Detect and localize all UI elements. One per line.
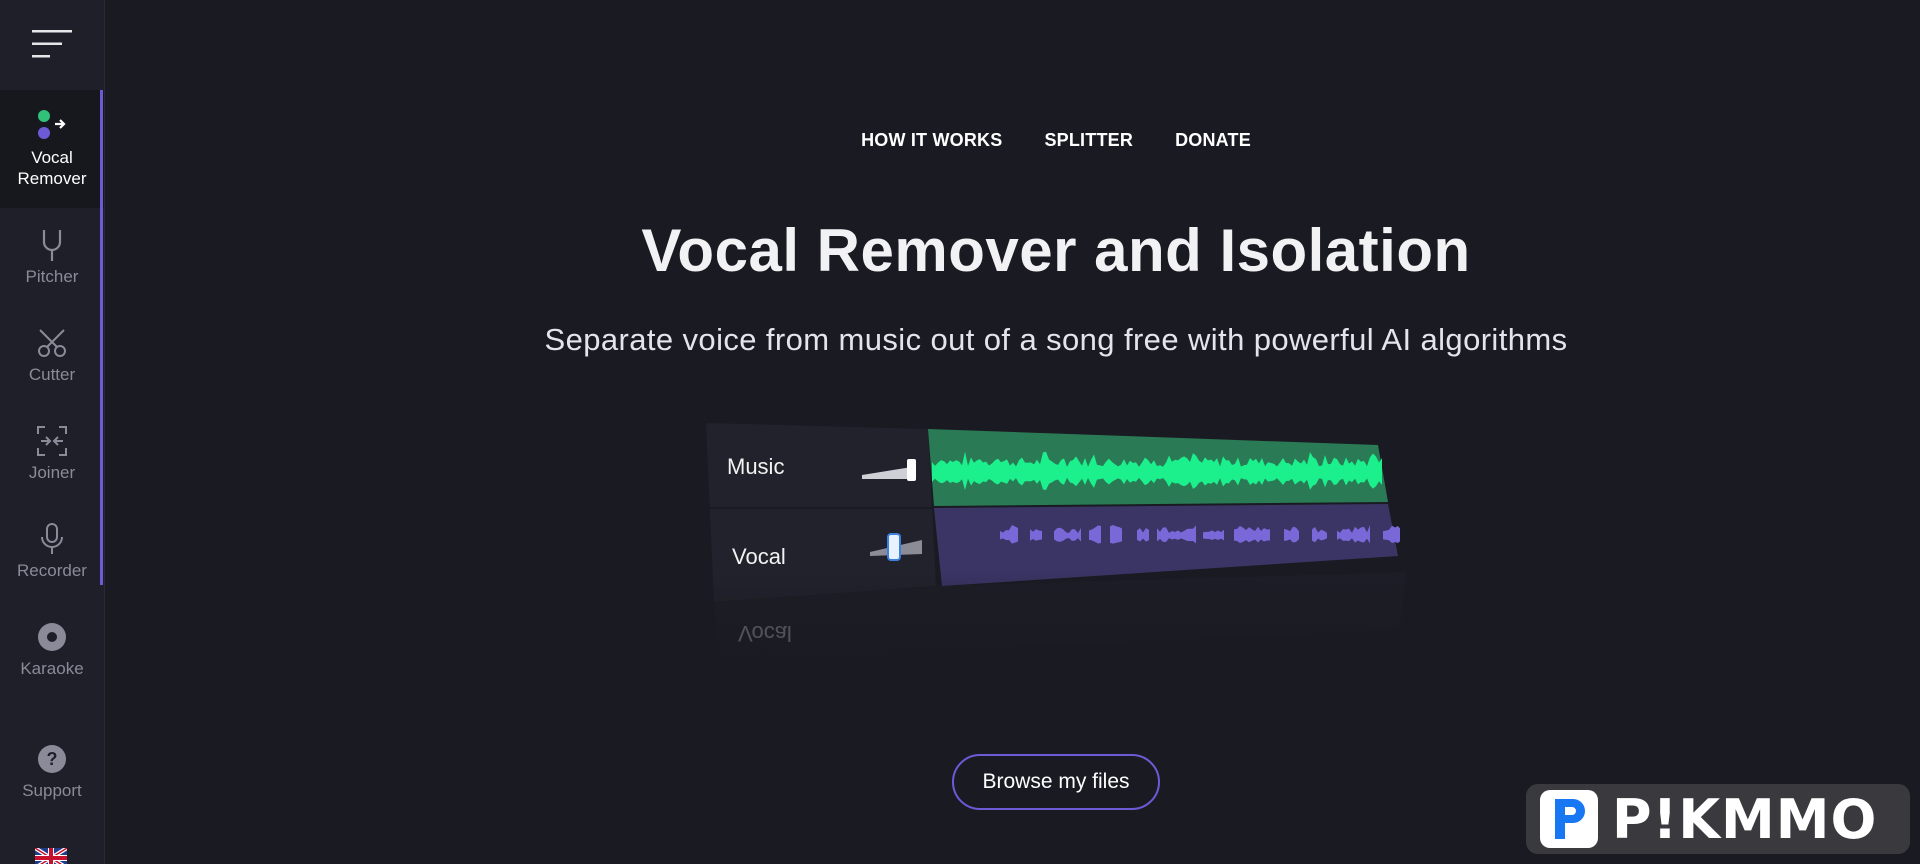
question-icon: ? bbox=[37, 742, 67, 776]
watermark: P!KMMO bbox=[1526, 784, 1910, 854]
vocal-waveform bbox=[1000, 525, 1400, 544]
sidebar-item-label: Joiner bbox=[28, 462, 76, 482]
tuning-fork-icon bbox=[41, 228, 63, 262]
track-label-vocal: Vocal bbox=[732, 544, 786, 569]
sidebar-nav: Vocal Remover Pitcher Cutter Joiner Reco… bbox=[0, 90, 104, 820]
watermark-logo-icon bbox=[1540, 790, 1598, 848]
hamburger-menu-icon bbox=[32, 30, 72, 58]
sidebar-item-karaoke[interactable]: Karaoke bbox=[0, 600, 104, 698]
track-label-reflection: Vocal bbox=[738, 621, 792, 646]
sidebar-item-label: Pitcher bbox=[25, 266, 79, 286]
svg-text:?: ? bbox=[47, 749, 58, 769]
sidebar-item-recorder[interactable]: Recorder bbox=[0, 502, 104, 600]
browse-files-button[interactable]: Browse my files bbox=[952, 754, 1160, 810]
music-waveform bbox=[932, 451, 1382, 491]
active-indicator bbox=[100, 90, 103, 585]
uk-flag-icon[interactable] bbox=[35, 848, 67, 864]
disc-icon bbox=[37, 620, 67, 654]
vocal-volume-slider[interactable] bbox=[868, 530, 928, 564]
track-label-music: Music bbox=[727, 454, 785, 479]
sidebar-item-label: Vocal Remover bbox=[17, 148, 87, 188]
nav-donate[interactable]: DONATE bbox=[1175, 130, 1251, 151]
sidebar-item-cutter[interactable]: Cutter bbox=[0, 306, 104, 404]
page-title: Vocal Remover and Isolation bbox=[641, 217, 1471, 284]
nav-how-it-works[interactable]: HOW IT WORKS bbox=[861, 130, 1002, 151]
music-volume-slider[interactable] bbox=[860, 455, 920, 485]
sidebar-item-label: Karaoke bbox=[20, 658, 84, 678]
page-subtitle: Separate voice from music out of a song … bbox=[544, 322, 1568, 357]
sidebar-item-label: Support bbox=[22, 780, 82, 800]
mixer-illustration: Music Vocal Vocal bbox=[700, 420, 1420, 670]
watermark-text: P!KMMO bbox=[1612, 787, 1878, 851]
scissors-icon bbox=[37, 326, 67, 360]
joiner-icon bbox=[36, 424, 68, 458]
hamburger-menu-button[interactable] bbox=[0, 0, 104, 88]
microphone-icon bbox=[40, 522, 64, 556]
nav-splitter[interactable]: SPLITTER bbox=[1044, 130, 1133, 151]
sidebar-item-label: Cutter bbox=[28, 364, 76, 384]
sidebar-item-pitcher[interactable]: Pitcher bbox=[0, 208, 104, 306]
sidebar-item-label: Recorder bbox=[17, 560, 87, 580]
sidebar-item-support[interactable]: ? Support bbox=[0, 722, 104, 820]
top-nav: HOW IT WORKS SPLITTER DONATE bbox=[0, 130, 1920, 151]
sidebar-item-joiner[interactable]: Joiner bbox=[0, 404, 104, 502]
